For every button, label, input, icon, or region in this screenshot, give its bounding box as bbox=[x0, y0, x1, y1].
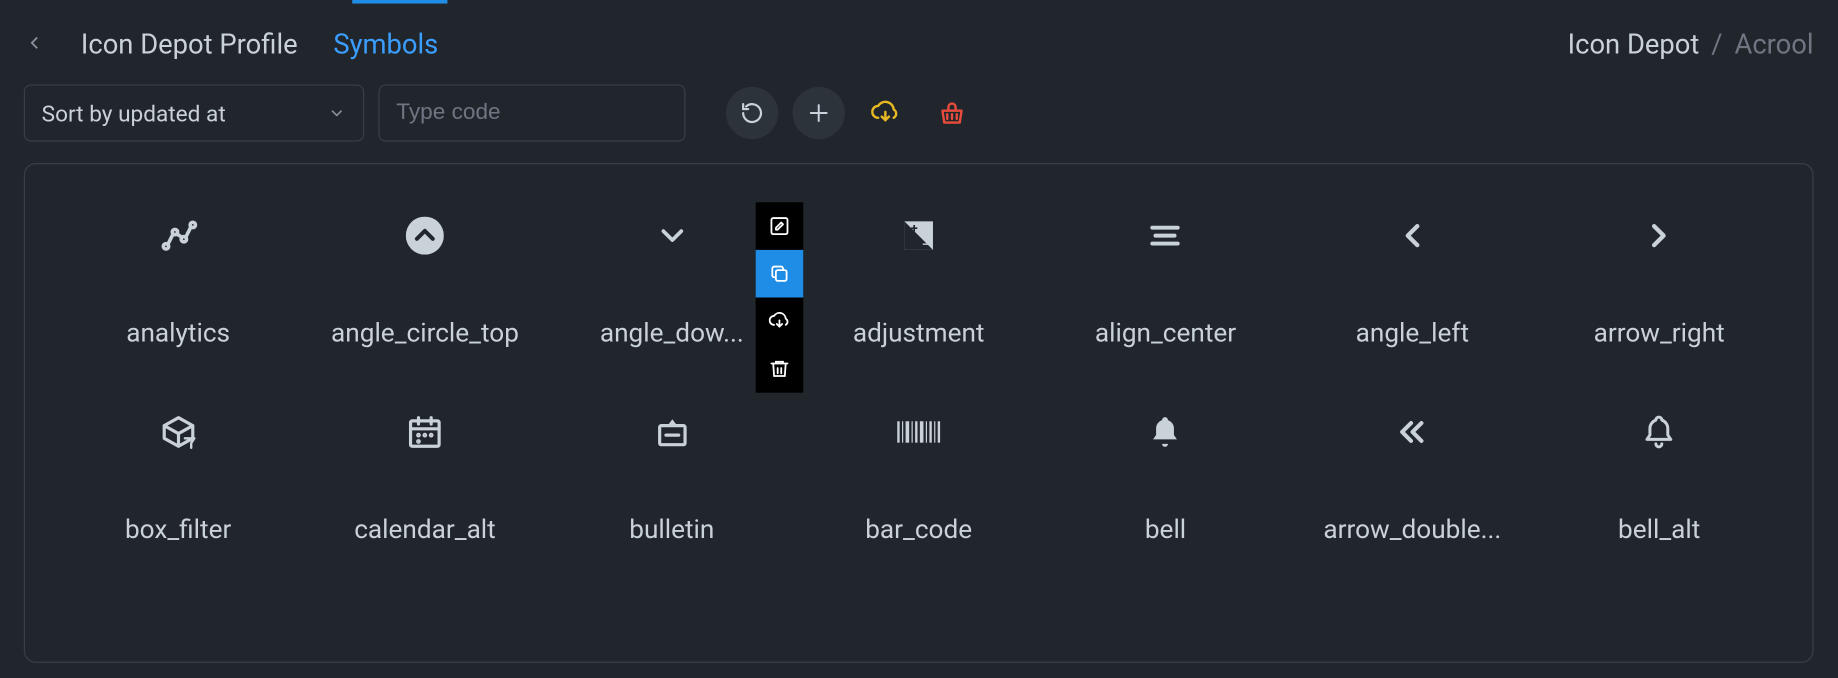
icon-label: bell_alt bbox=[1618, 515, 1700, 545]
breadcrumb-parent[interactable]: Icon Depot bbox=[1568, 29, 1700, 61]
tab-profile[interactable]: Icon Depot Profile bbox=[81, 29, 298, 61]
copy-icon bbox=[769, 263, 790, 284]
icon-cell-bulletin[interactable]: bulletin bbox=[554, 396, 789, 545]
adjustment-icon: +− bbox=[900, 217, 938, 255]
basket-icon bbox=[938, 99, 967, 128]
icon-cell-adjustment[interactable]: +− adjustment bbox=[801, 200, 1036, 349]
icon-cell-bell-alt[interactable]: bell_alt bbox=[1542, 396, 1777, 545]
bulletin-icon bbox=[653, 413, 691, 451]
box-filter-icon bbox=[159, 413, 197, 451]
plus-icon bbox=[807, 101, 831, 125]
icon-label: arrow_double... bbox=[1323, 515, 1501, 545]
icon-cell-bell[interactable]: bell bbox=[1048, 396, 1283, 545]
analytics-icon bbox=[157, 214, 200, 257]
context-copy-button[interactable] bbox=[756, 250, 804, 298]
align-center-icon bbox=[1146, 217, 1184, 255]
icon-label: align_center bbox=[1095, 319, 1236, 349]
cloud-download-icon bbox=[871, 99, 900, 128]
icon-label: analytics bbox=[126, 319, 230, 349]
add-button[interactable] bbox=[793, 87, 845, 139]
icon-grid-panel: analytics angle_circle_top angle_dow... … bbox=[24, 163, 1814, 663]
bell-alt-icon bbox=[1641, 414, 1677, 450]
icon-cell-calendar-alt[interactable]: calendar_alt bbox=[308, 396, 543, 545]
search-input[interactable] bbox=[378, 84, 685, 141]
tab-symbols[interactable]: Symbols bbox=[333, 29, 438, 61]
icon-label: bulletin bbox=[629, 515, 714, 545]
svg-text:−: − bbox=[922, 237, 929, 252]
icon-cell-bar-code[interactable]: bar_code bbox=[801, 396, 1036, 545]
cloud-download-icon bbox=[769, 311, 790, 332]
angle-left-icon bbox=[1393, 217, 1431, 255]
calendar-icon bbox=[406, 413, 444, 451]
icon-cell-angle-left[interactable]: angle_left bbox=[1295, 200, 1530, 349]
icon-cell-analytics[interactable]: analytics bbox=[61, 200, 296, 349]
icon-label: adjustment bbox=[853, 319, 985, 349]
download-cloud-button[interactable] bbox=[859, 87, 911, 139]
icon-label: calendar_alt bbox=[354, 515, 496, 545]
icon-label: angle_dow... bbox=[600, 319, 744, 349]
icon-label: bar_code bbox=[865, 515, 972, 545]
sort-select-label: Sort by updated at bbox=[42, 99, 226, 126]
icon-label: arrow_right bbox=[1594, 319, 1725, 349]
sort-select[interactable]: Sort by updated at bbox=[24, 84, 364, 141]
breadcrumb-current: Acrool bbox=[1734, 29, 1813, 61]
refresh-icon bbox=[740, 101, 764, 125]
trash-icon bbox=[769, 358, 790, 379]
context-delete-button[interactable] bbox=[756, 345, 804, 393]
icon-cell-angle-circle-top[interactable]: angle_circle_top bbox=[308, 200, 543, 349]
bell-icon bbox=[1148, 414, 1184, 450]
refresh-button[interactable] bbox=[726, 87, 778, 139]
context-edit-button[interactable] bbox=[756, 202, 804, 250]
icon-cell-box-filter[interactable]: box_filter bbox=[61, 396, 296, 545]
arrow-right-icon bbox=[1640, 217, 1678, 255]
arrow-double-left-icon bbox=[1394, 414, 1430, 450]
icon-cell-align-center[interactable]: align_center bbox=[1048, 200, 1283, 349]
icon-label: box_filter bbox=[125, 515, 231, 545]
angle-circle-top-icon bbox=[406, 217, 444, 255]
edit-icon bbox=[769, 215, 790, 236]
icon-cell-arrow-right[interactable]: arrow_right bbox=[1542, 200, 1777, 349]
icon-cell-arrow-double-left[interactable]: arrow_double... bbox=[1295, 396, 1530, 545]
icon-cell-angle-down[interactable]: angle_dow... bbox=[554, 200, 789, 349]
context-download-button[interactable] bbox=[756, 298, 804, 346]
delete-basket-button[interactable] bbox=[926, 87, 978, 139]
icon-label: angle_left bbox=[1356, 319, 1469, 349]
context-menu bbox=[756, 202, 804, 392]
back-button[interactable] bbox=[24, 32, 45, 58]
svg-text:+: + bbox=[911, 221, 918, 236]
barcode-icon bbox=[895, 413, 943, 451]
breadcrumb: Icon Depot / Acrool bbox=[1568, 29, 1814, 61]
angle-down-icon bbox=[654, 218, 690, 254]
icon-label: bell bbox=[1145, 515, 1186, 545]
breadcrumb-separator: / bbox=[1711, 29, 1722, 61]
icon-label: angle_circle_top bbox=[331, 319, 519, 349]
chevron-down-icon bbox=[327, 104, 346, 123]
